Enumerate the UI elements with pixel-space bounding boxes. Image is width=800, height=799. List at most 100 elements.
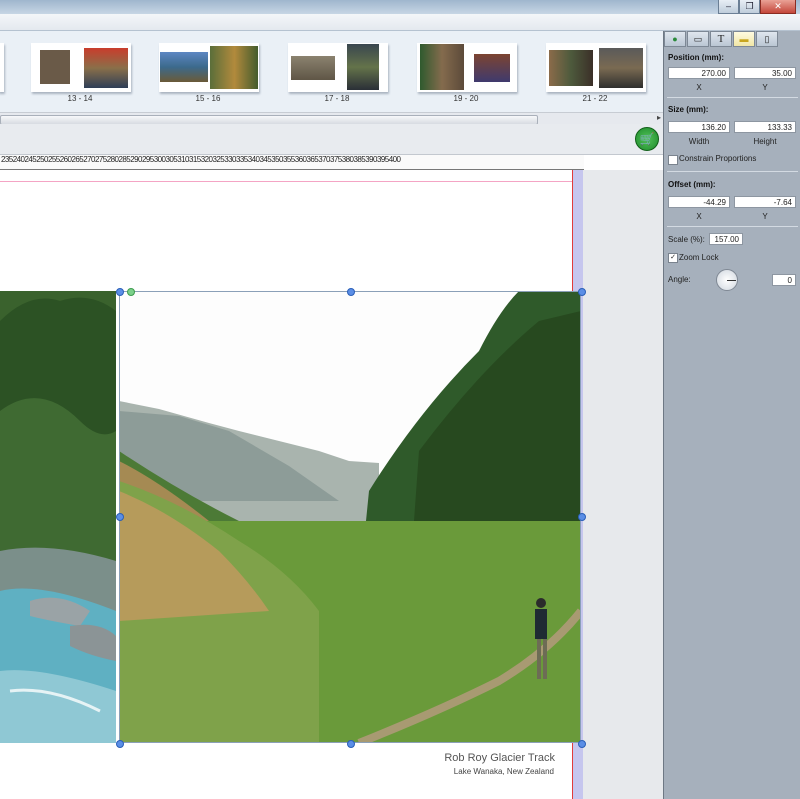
shopping-cart-icon[interactable]: 🛒: [635, 127, 659, 151]
ruler-tick-label: 275: [95, 155, 107, 164]
caption-subtitle[interactable]: Lake Wanaka, New Zealand: [420, 767, 554, 776]
constrain-proportions-checkbox[interactable]: [668, 155, 678, 165]
divider: [667, 171, 798, 172]
tab-ruler-icon[interactable]: ▬: [733, 31, 755, 47]
scroll-right-arrow-icon[interactable]: ▸: [657, 113, 661, 122]
properties-tabs: ● ▭ T ▬ ▯: [664, 31, 800, 47]
ruler-tick-label: 330: [224, 155, 236, 164]
offset-x-label: X: [696, 212, 702, 221]
x-label: X: [696, 83, 702, 92]
tab-photo-icon[interactable]: ●: [664, 31, 686, 47]
ruler-tick-label: 300: [153, 155, 166, 164]
ruler-tick-label: 345: [259, 155, 272, 164]
spread-thumbnail-partial[interactable]: [0, 43, 4, 92]
size-title: Size (mm):: [668, 105, 709, 114]
ruler-tick-label: 365: [306, 155, 319, 164]
caption-title[interactable]: Rob Roy Glacier Track: [443, 752, 555, 764]
ruler-tick-label: 350: [271, 155, 283, 164]
spread-thumbnail-17-18[interactable]: [288, 43, 388, 92]
zoom-lock-checkbox[interactable]: ✓: [668, 253, 678, 263]
spread-thumbnail-15-16[interactable]: [159, 43, 259, 92]
ruler-tick-label: 265: [71, 155, 84, 164]
ruler-tick-label: 295: [142, 155, 154, 164]
zoom-lock-label: Zoom Lock: [679, 253, 719, 262]
ruler-tick-label: 290: [130, 155, 142, 164]
ruler-tick-label: 380: [341, 155, 354, 164]
ruler-tick-label: 305: [165, 155, 178, 164]
ruler-tick-label: 325: [212, 155, 225, 164]
minimize-button[interactable]: –: [718, 0, 739, 14]
ruler-tick-label: 385: [353, 155, 366, 164]
tab-frame-icon[interactable]: ▭: [687, 31, 709, 47]
constrain-proportions-label: Constrain Proportions: [679, 154, 757, 163]
ruler-tick-label: 240: [12, 155, 25, 164]
tab-text-icon[interactable]: T: [710, 31, 732, 47]
ruler-tick-label: 360: [294, 155, 307, 164]
ruler-tick-label: 390: [365, 155, 377, 164]
rotate-handle[interactable]: [127, 288, 135, 296]
scale-input[interactable]: 157.00: [709, 233, 743, 245]
page-canvas-area[interactable]: [0, 170, 663, 799]
ruler-tick-label: 370: [318, 155, 330, 164]
angle-dial[interactable]: [716, 269, 738, 291]
height-label: Height: [753, 137, 777, 146]
menu-strip: [0, 14, 800, 31]
resize-handle-bottom[interactable]: [347, 740, 355, 748]
ruler-tick-label: 320: [200, 155, 213, 164]
ruler-tick-label: 270: [83, 155, 95, 164]
width-label: Width: [688, 137, 710, 146]
ruler-tick-label: 235: [1, 155, 13, 164]
photo-river-forest[interactable]: [0, 291, 116, 743]
spread-thumbnail-19-20[interactable]: [417, 43, 517, 92]
spread-thumbnail-21-22[interactable]: [546, 43, 646, 92]
resize-handle-right[interactable]: [578, 513, 586, 521]
offset-y-label: Y: [762, 212, 768, 221]
ruler-tick-label: 375: [330, 155, 342, 164]
maximize-button[interactable]: ❐: [739, 0, 760, 14]
spread-label-13-14: 13 - 14: [67, 94, 93, 103]
width-input[interactable]: 136.20: [668, 121, 730, 133]
tab-page-icon[interactable]: ▯: [756, 31, 778, 47]
margin-guide-top: [0, 181, 575, 182]
offset-x-input[interactable]: -44.29: [668, 196, 730, 208]
editor-toolbar: 🛒: [0, 124, 663, 155]
spread-label-19-20: 19 - 20: [453, 94, 479, 103]
position-title: Position (mm):: [668, 53, 724, 62]
ruler-tick-label: 395: [377, 155, 389, 164]
resize-handle-left[interactable]: [116, 513, 124, 521]
ruler-tick-label: 245: [24, 155, 37, 164]
ruler-tick-label: 280: [106, 155, 119, 164]
spread-thumbnail-strip[interactable]: 13 - 14 15 - 16 17 - 18 19 - 20 21 - 22: [0, 31, 663, 112]
angle-input[interactable]: 0: [772, 274, 796, 286]
position-x-input[interactable]: 270.00: [668, 67, 730, 79]
divider: [667, 97, 798, 98]
position-y-input[interactable]: 35.00: [734, 67, 796, 79]
resize-handle-bottom-right[interactable]: [578, 740, 586, 748]
properties-panel: ● ▭ T ▬ ▯ Position (mm): 270.00 35.00 X …: [663, 31, 800, 799]
ruler-tick-label: 250: [36, 155, 48, 164]
ruler-tick-label: 335: [236, 155, 248, 164]
resize-handle-top-right[interactable]: [578, 288, 586, 296]
y-label: Y: [762, 83, 768, 92]
selected-photo-frame[interactable]: [119, 291, 581, 743]
resize-handle-top-left[interactable]: [116, 288, 124, 296]
ruler-tick-label: 285: [118, 155, 131, 164]
offset-y-input[interactable]: -7.64: [734, 196, 796, 208]
spread-label-15-16: 15 - 16: [195, 94, 221, 103]
resize-handle-bottom-left[interactable]: [116, 740, 124, 748]
scale-label: Scale (%):: [668, 235, 705, 244]
resize-handle-top[interactable]: [347, 288, 355, 296]
close-button[interactable]: ✕: [760, 0, 796, 14]
height-input[interactable]: 133.33: [734, 121, 796, 133]
ruler-tick-label: 310: [177, 155, 189, 164]
angle-label: Angle:: [668, 275, 691, 284]
horizontal-ruler: 235 240 245 250 255 260 265 270 275 280 285 290 295 3…: [0, 155, 584, 170]
divider: [667, 226, 798, 227]
spread-thumbnail-13-14[interactable]: [31, 43, 131, 92]
ruler-tick-label: 400: [388, 155, 401, 164]
ruler-tick-label: 315: [189, 155, 201, 164]
ruler-tick-label: 355: [283, 155, 295, 164]
spread-label-21-22: 21 - 22: [582, 94, 608, 103]
book-page[interactable]: [0, 170, 586, 799]
offset-title: Offset (mm):: [668, 180, 716, 189]
